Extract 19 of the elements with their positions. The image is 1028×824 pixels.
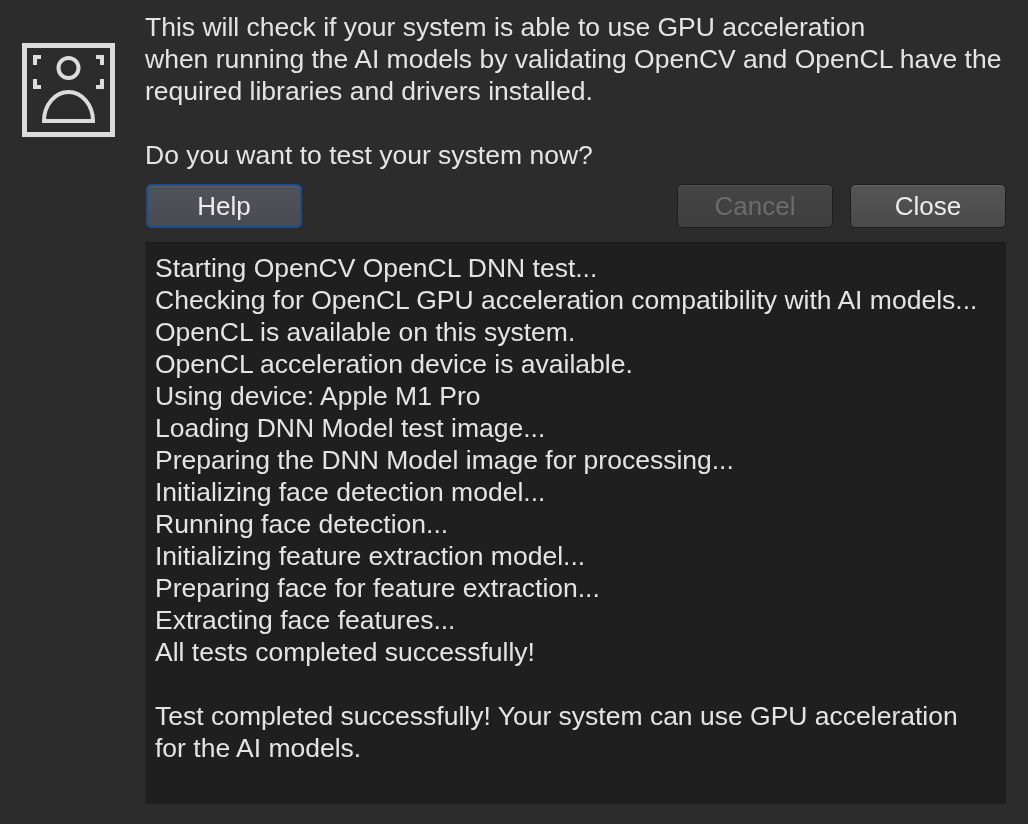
- log-line: Loading DNN Model test image...: [155, 412, 547, 444]
- log-line: OpenCL is available on this system.: [155, 316, 577, 348]
- description-text: This will check if your system is able to use GPU acceleration when running the AI models by validating OpenCV and OpenCL have the required libraries and drivers installed.: [145, 11, 1003, 107]
- help-button[interactable]: Help: [146, 184, 302, 228]
- question-text: Do you want to test your system now?: [145, 139, 594, 171]
- log-line: Extracting face features...: [155, 604, 457, 636]
- result-message: Test completed successfully! Your system can use GPU acceleration for the AI models.: [155, 700, 959, 764]
- log-line: Starting OpenCV OpenCL DNN test...: [155, 252, 599, 284]
- log-line: Preparing face for feature extraction...: [155, 572, 601, 604]
- log-line: OpenCL acceleration device is available.: [155, 348, 634, 380]
- close-button[interactable]: Close: [850, 184, 1006, 228]
- person-scan-icon: [22, 43, 115, 137]
- log-line: Preparing the DNN Model image for processing...: [155, 444, 735, 476]
- log-line: Using device: Apple M1 Pro: [155, 380, 482, 412]
- log-line: Running face detection...: [155, 508, 450, 540]
- log-line: All tests completed successfully!: [155, 636, 536, 668]
- log-line: Initializing face detection model...: [155, 476, 547, 508]
- log-line: Initializing feature extraction model...: [155, 540, 587, 572]
- log-line: Checking for OpenCL GPU acceleration compatibility with AI models...: [155, 284, 979, 316]
